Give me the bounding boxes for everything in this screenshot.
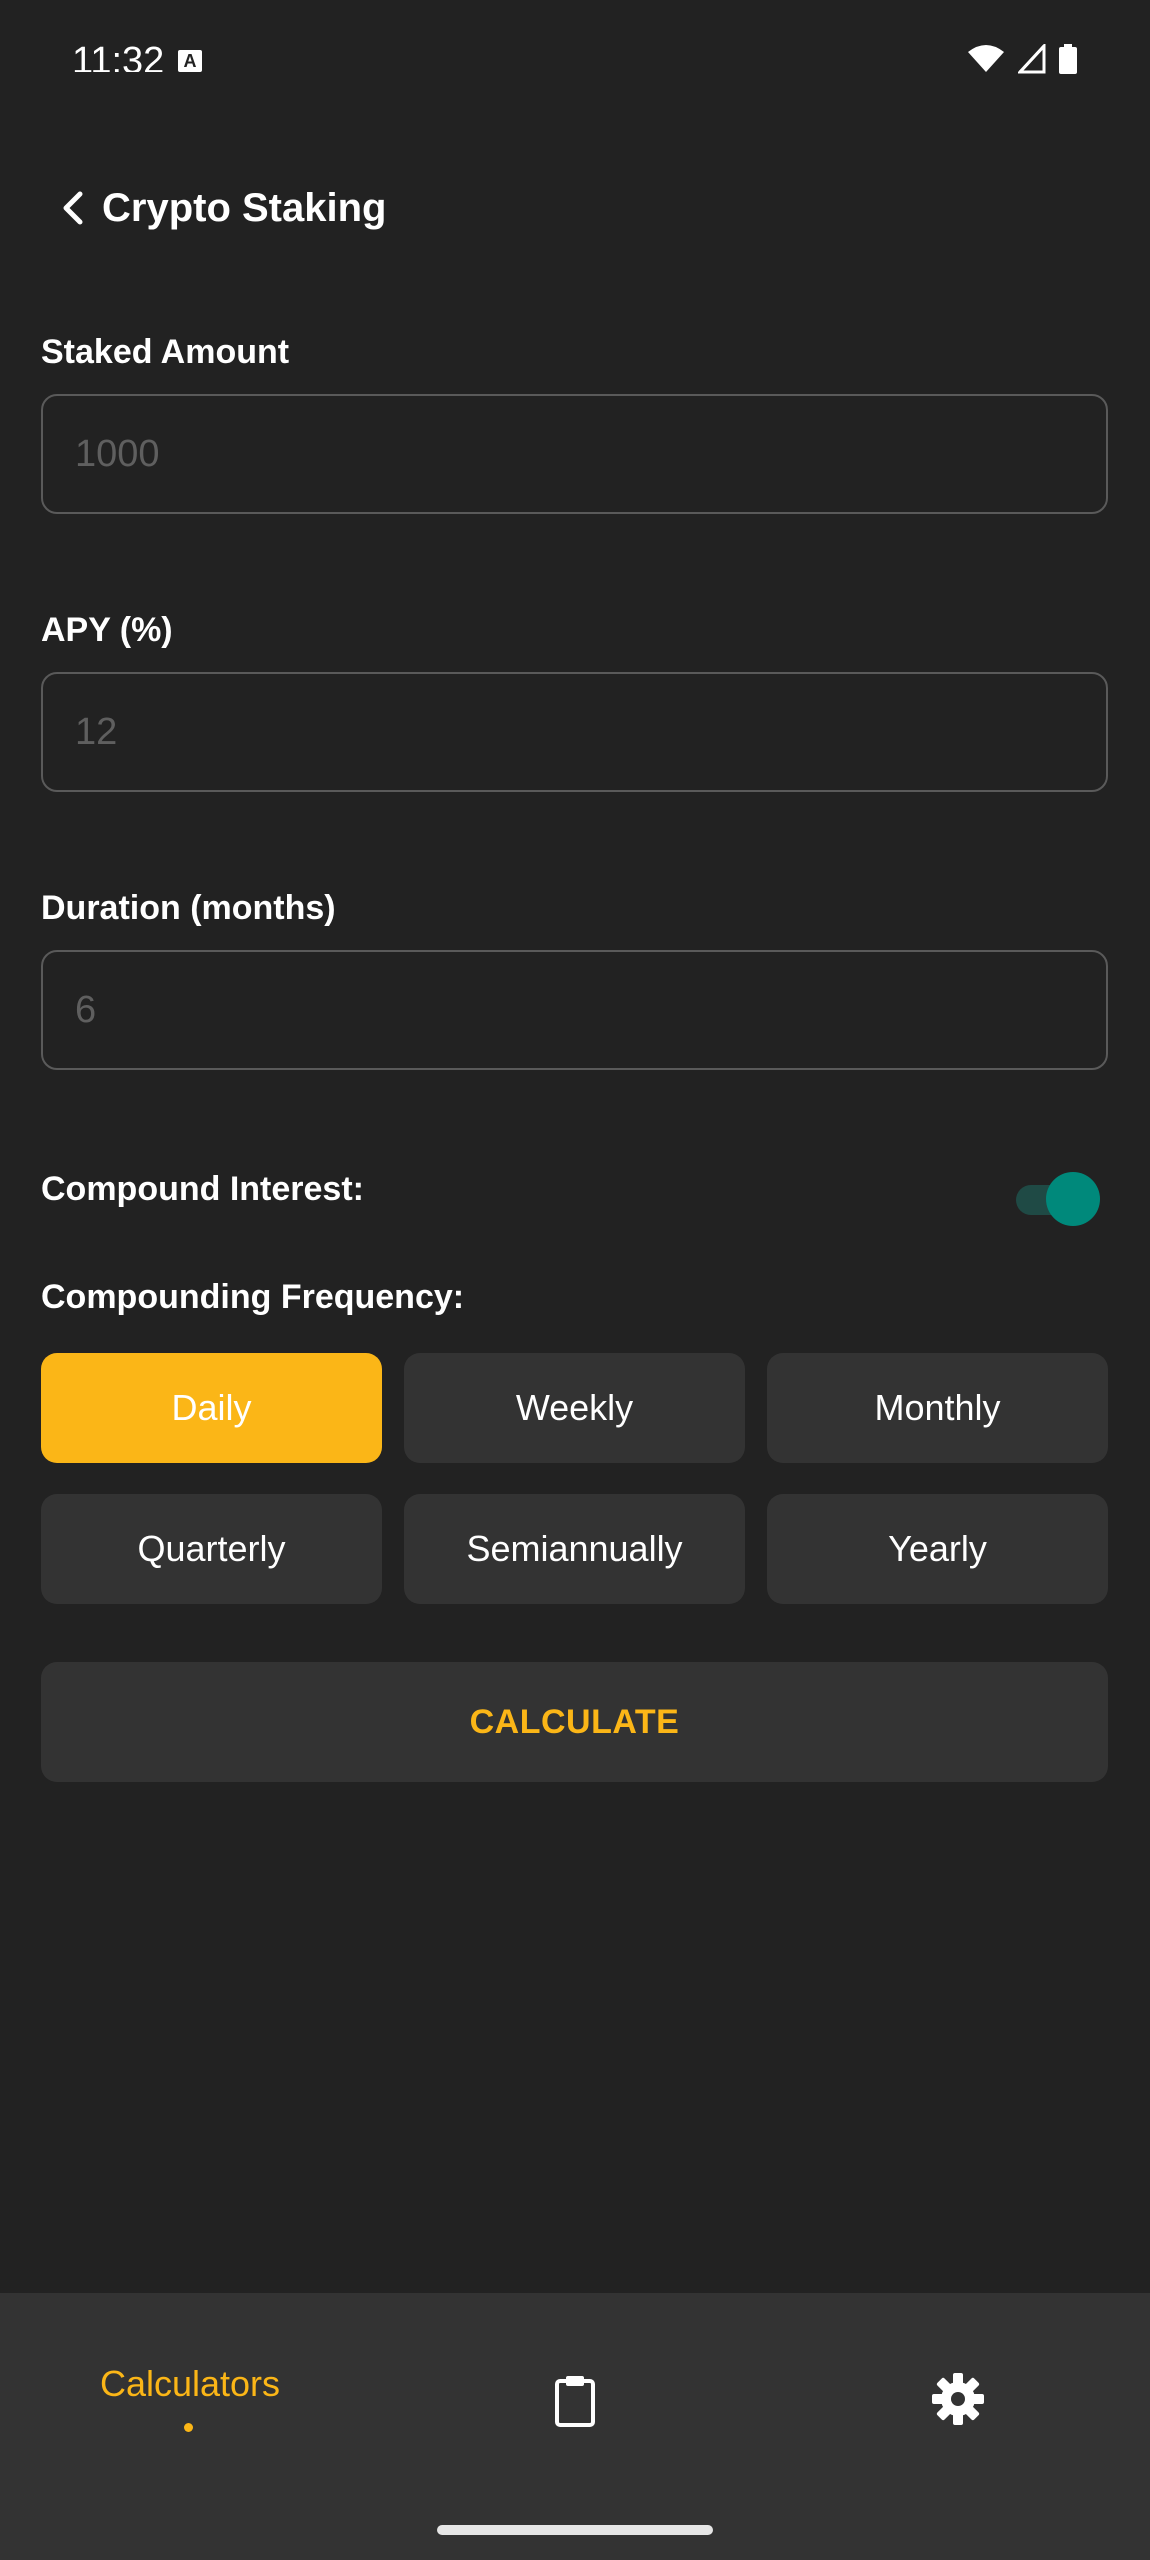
- frequency-daily-button[interactable]: Daily: [41, 1353, 382, 1463]
- frequency-quarterly-button[interactable]: Quarterly: [41, 1494, 382, 1604]
- home-indicator[interactable]: [437, 2525, 713, 2535]
- apy-label: APY (%): [41, 611, 173, 649]
- bottom-nav: Calculators: [0, 2293, 1150, 2560]
- gear-icon: [931, 2372, 985, 2431]
- staked-amount-label: Staked Amount: [41, 333, 290, 371]
- compounding-frequency-label: Compounding Frequency:: [41, 1278, 465, 1316]
- page-title: Crypto Staking: [102, 186, 387, 230]
- apy-input[interactable]: [41, 672, 1108, 792]
- duration-input[interactable]: [41, 950, 1108, 1070]
- nav-clipboard[interactable]: [545, 2373, 605, 2433]
- frequency-monthly-button[interactable]: Monthly: [767, 1353, 1108, 1463]
- compound-interest-toggle[interactable]: [1016, 1172, 1104, 1226]
- a-icon: A: [178, 50, 202, 72]
- nav-calculators-label: Calculators: [99, 2363, 281, 2404]
- frequency-semiannually-button[interactable]: Semiannually: [404, 1494, 745, 1604]
- back-button[interactable]: [50, 188, 94, 232]
- status-bar: 11:32 A: [0, 0, 1150, 80]
- wifi-icon: [966, 44, 1006, 79]
- duration-label: Duration (months): [41, 889, 336, 927]
- frequency-weekly-button[interactable]: Weekly: [404, 1353, 745, 1463]
- status-icons: [966, 42, 1078, 79]
- calculate-button[interactable]: CALCULATE: [41, 1662, 1108, 1782]
- clipboard-icon: [553, 2375, 597, 2432]
- app-bar: Crypto Staking: [0, 170, 1150, 250]
- nav-calculators[interactable]: Calculators: [60, 2363, 320, 2443]
- active-indicator-dot: [184, 2423, 193, 2432]
- signal-icon: [1016, 42, 1046, 79]
- frequency-yearly-button[interactable]: Yearly: [767, 1494, 1108, 1604]
- frequency-options: Daily Weekly Monthly Quarterly Semiannua…: [41, 1353, 1108, 1604]
- staked-amount-input[interactable]: [41, 394, 1108, 514]
- chevron-left-icon: [58, 188, 86, 233]
- battery-icon: [1058, 44, 1078, 79]
- nav-settings[interactable]: [928, 2371, 988, 2431]
- toggle-thumb: [1046, 1172, 1100, 1226]
- compound-interest-label: Compound Interest:: [41, 1170, 364, 1208]
- status-time: 11:32: [72, 42, 165, 72]
